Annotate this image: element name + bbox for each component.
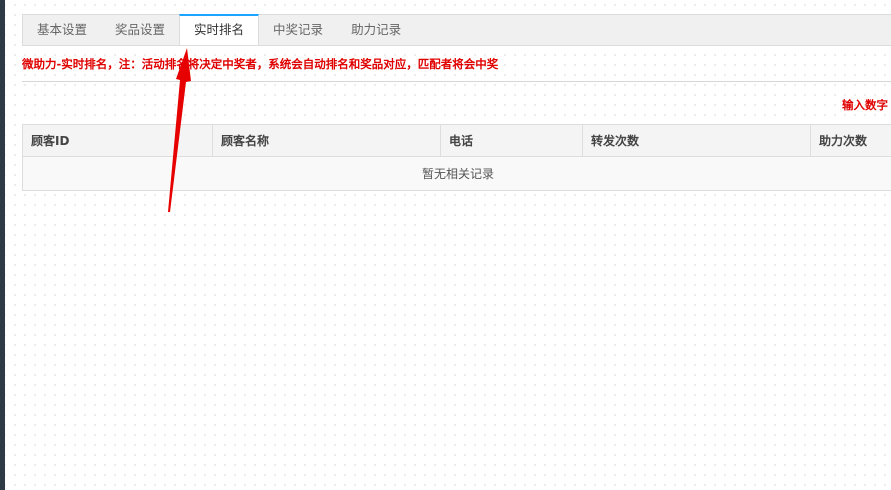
column-header-customer-id: 顾客ID: [22, 124, 213, 157]
column-header-assist-count: 助力次数: [810, 124, 891, 157]
tab-prize-settings[interactable]: 奖品设置: [101, 15, 179, 45]
input-number-hint: 输入数字: [842, 98, 888, 112]
tab-assist-records[interactable]: 助力记录: [337, 15, 415, 45]
column-header-share-count: 转发次数: [582, 124, 811, 157]
tab-winning-records[interactable]: 中奖记录: [259, 15, 337, 45]
ranking-notice: 微助力-实时排名，注：活动排名将决定中奖者，系统会自动排名和奖品对应，匹配者将会…: [22, 57, 499, 71]
tab-bar: 基本设置 奖品设置 实时排名 中奖记录 助力记录: [22, 14, 891, 46]
column-header-phone: 电话: [440, 124, 583, 157]
tab-basic-settings[interactable]: 基本设置: [23, 15, 101, 45]
table-header-row: 顾客ID 顾客名称 电话 转发次数 助力次数: [22, 124, 891, 157]
table-row: 暂无相关记录: [22, 156, 891, 191]
column-header-customer-name: 顾客名称: [212, 124, 441, 157]
ranking-table: 顾客ID 顾客名称 电话 转发次数 助力次数 暂无相关记录: [22, 124, 891, 191]
window-left-edge: [0, 0, 5, 490]
section-divider: [22, 81, 891, 82]
tab-realtime-ranking[interactable]: 实时排名: [179, 14, 260, 45]
red-arrow-icon: [168, 48, 191, 212]
empty-records-text: 暂无相关记录: [421, 167, 494, 181]
